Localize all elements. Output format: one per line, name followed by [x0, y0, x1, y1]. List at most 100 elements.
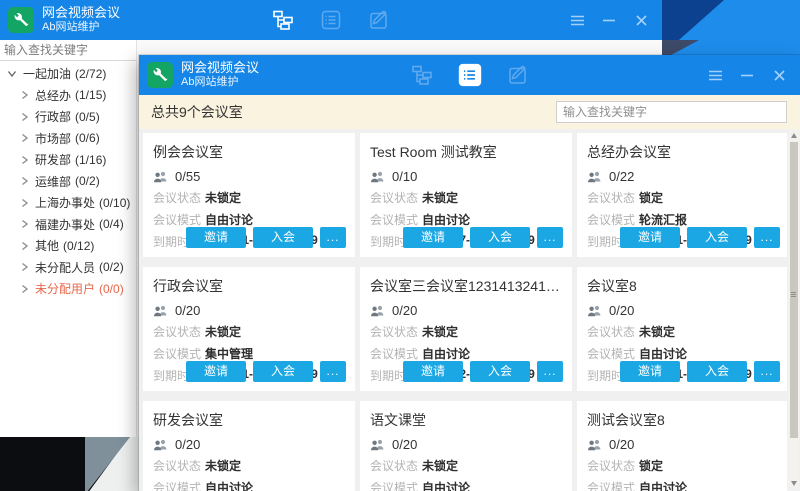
tree-item-label: 未分配人员 — [35, 259, 95, 276]
room-occupancy-row: 0/20 — [153, 437, 345, 452]
close-button[interactable] — [632, 11, 650, 29]
room-occupancy: 0/20 — [175, 303, 200, 318]
tree-item[interactable]: 运维部 (0/2) — [0, 171, 136, 193]
tree-item-count: (0/6) — [75, 131, 100, 145]
tree-item[interactable]: 未分配人员 (0/2) — [0, 257, 136, 279]
minimize-button[interactable] — [738, 66, 756, 84]
invite-button[interactable]: 邀请 — [186, 361, 246, 382]
mode-label: 会议模式 — [153, 211, 205, 228]
more-options-button[interactable]: ... — [754, 227, 780, 248]
menu-icon — [709, 70, 722, 81]
compose-edit-button[interactable] — [506, 63, 530, 87]
scroll-up-icon[interactable] — [791, 133, 797, 138]
invite-button[interactable]: 邀请 — [403, 361, 463, 382]
room-occupancy: 0/55 — [175, 169, 200, 184]
menu-icon — [571, 15, 584, 26]
mode-label: 会议模式 — [153, 479, 205, 491]
tree-item-label: 其他 — [35, 237, 59, 254]
more-options-button[interactable]: ... — [537, 361, 563, 382]
app-title: 网会视频会议 — [181, 60, 259, 76]
minimize-button[interactable] — [600, 11, 618, 29]
join-button[interactable]: 入会 — [253, 361, 313, 382]
room-card: 研发会议室 0/20 会议状态 未锁定 会议模式 自由讨论 — [143, 401, 355, 491]
participants-icon — [153, 171, 168, 183]
meeting-list-view-button[interactable] — [319, 8, 343, 32]
list-icon — [320, 9, 342, 31]
join-button[interactable]: 入会 — [253, 227, 313, 248]
room-name: 总经办会议室 — [587, 142, 779, 162]
join-button[interactable]: 入会 — [687, 227, 747, 248]
wrench-icon — [13, 12, 29, 28]
room-name: 会议室三会议室123141324141三会... — [370, 276, 562, 296]
room-mode-row: 会议模式 自由讨论 — [587, 345, 779, 362]
edit-icon — [368, 9, 390, 31]
more-options-button[interactable]: ... — [537, 227, 563, 248]
sidebar-search-input[interactable] — [0, 40, 136, 61]
room-card: 行政会议室 0/20 会议状态 未锁定 会议模式 集中管理 — [143, 267, 355, 391]
tree-item[interactable]: 总经办 (1/15) — [0, 85, 136, 107]
chevron-right-icon — [21, 90, 29, 100]
meeting-list-view-button[interactable] — [458, 63, 482, 87]
join-button[interactable]: 入会 — [470, 361, 530, 382]
org-chart-view-button[interactable] — [410, 63, 434, 87]
room-occupancy: 0/20 — [392, 303, 417, 318]
tree-item[interactable]: 其他 (0/12) — [0, 235, 136, 257]
tree-item[interactable]: 研发部 (1/16) — [0, 149, 136, 171]
room-status-row: 会议状态 未锁定 — [153, 457, 345, 474]
room-status-row: 会议状态 未锁定 — [370, 189, 562, 206]
menu-button[interactable] — [706, 66, 724, 84]
mode-value: 自由讨论 — [422, 345, 470, 362]
tree-item[interactable]: 行政部 (0/5) — [0, 106, 136, 128]
room-actions: 邀请 入会 ... — [186, 361, 346, 382]
app-titles: 网会视频会议 Ab网站维护 — [42, 5, 120, 35]
close-button[interactable] — [770, 66, 788, 84]
room-mode-row: 会议模式 轮流汇报 — [587, 211, 779, 228]
room-mode-row: 会议模式 自由讨论 — [370, 345, 562, 362]
scroll-down-icon[interactable] — [791, 481, 797, 486]
participants-icon — [153, 439, 168, 451]
list-icon — [458, 63, 482, 87]
org-chart-view-button[interactable] — [271, 8, 295, 32]
tree-item[interactable]: 上海办事处 (0/10) — [0, 192, 136, 214]
minimize-icon — [603, 19, 615, 22]
tree-item-count: (2/72) — [75, 67, 106, 81]
more-options-button[interactable]: ... — [754, 361, 780, 382]
status-value: 未锁定 — [205, 189, 241, 206]
more-options-button[interactable]: ... — [320, 361, 346, 382]
mode-label: 会议模式 — [587, 479, 639, 491]
tree-item-count: (1/16) — [75, 153, 106, 167]
participants-icon — [153, 305, 168, 317]
tree-item-root[interactable]: 一起加油 (2/72) — [0, 63, 136, 85]
mode-value: 自由讨论 — [639, 345, 687, 362]
room-status-row: 会议状态 未锁定 — [370, 457, 562, 474]
compose-edit-button[interactable] — [367, 8, 391, 32]
invite-button[interactable]: 邀请 — [186, 227, 246, 248]
invite-button[interactable]: 邀请 — [620, 227, 680, 248]
participants-icon — [587, 171, 602, 183]
room-mode-row: 会议模式 自由讨论 — [370, 479, 562, 491]
chevron-right-icon — [21, 133, 29, 143]
tree-item[interactable]: 未分配用户 (0/0) — [0, 278, 136, 300]
more-options-button[interactable]: ... — [320, 227, 346, 248]
tree-item[interactable]: 福建办事处 (0/4) — [0, 214, 136, 236]
view-switcher — [410, 63, 530, 87]
status-value: 未锁定 — [422, 323, 458, 340]
room-card: 测试会议室8 0/20 会议状态 锁定 会议模式 自由讨论 — [577, 401, 787, 491]
invite-button[interactable]: 邀请 — [620, 361, 680, 382]
status-label: 会议状态 — [370, 189, 422, 206]
chevron-right-icon — [21, 241, 29, 251]
scrollbar-thumb[interactable] — [790, 142, 798, 438]
participants-icon — [370, 305, 385, 317]
join-button[interactable]: 入会 — [687, 361, 747, 382]
background-titlebar: 网会视频会议 Ab网站维护 — [0, 0, 662, 40]
join-button[interactable]: 入会 — [470, 227, 530, 248]
menu-button[interactable] — [568, 11, 586, 29]
vertical-scrollbar[interactable] — [788, 129, 799, 490]
app-logo-wrench-icon — [8, 7, 34, 33]
app-subtitle: Ab网站维护 — [42, 21, 120, 35]
tree-item[interactable]: 市场部 (0/6) — [0, 128, 136, 150]
room-mode-row: 会议模式 集中管理 — [153, 345, 345, 362]
invite-button[interactable]: 邀请 — [403, 227, 463, 248]
rooms-search-input[interactable] — [556, 101, 787, 123]
room-mode-row: 会议模式 自由讨论 — [153, 211, 345, 228]
